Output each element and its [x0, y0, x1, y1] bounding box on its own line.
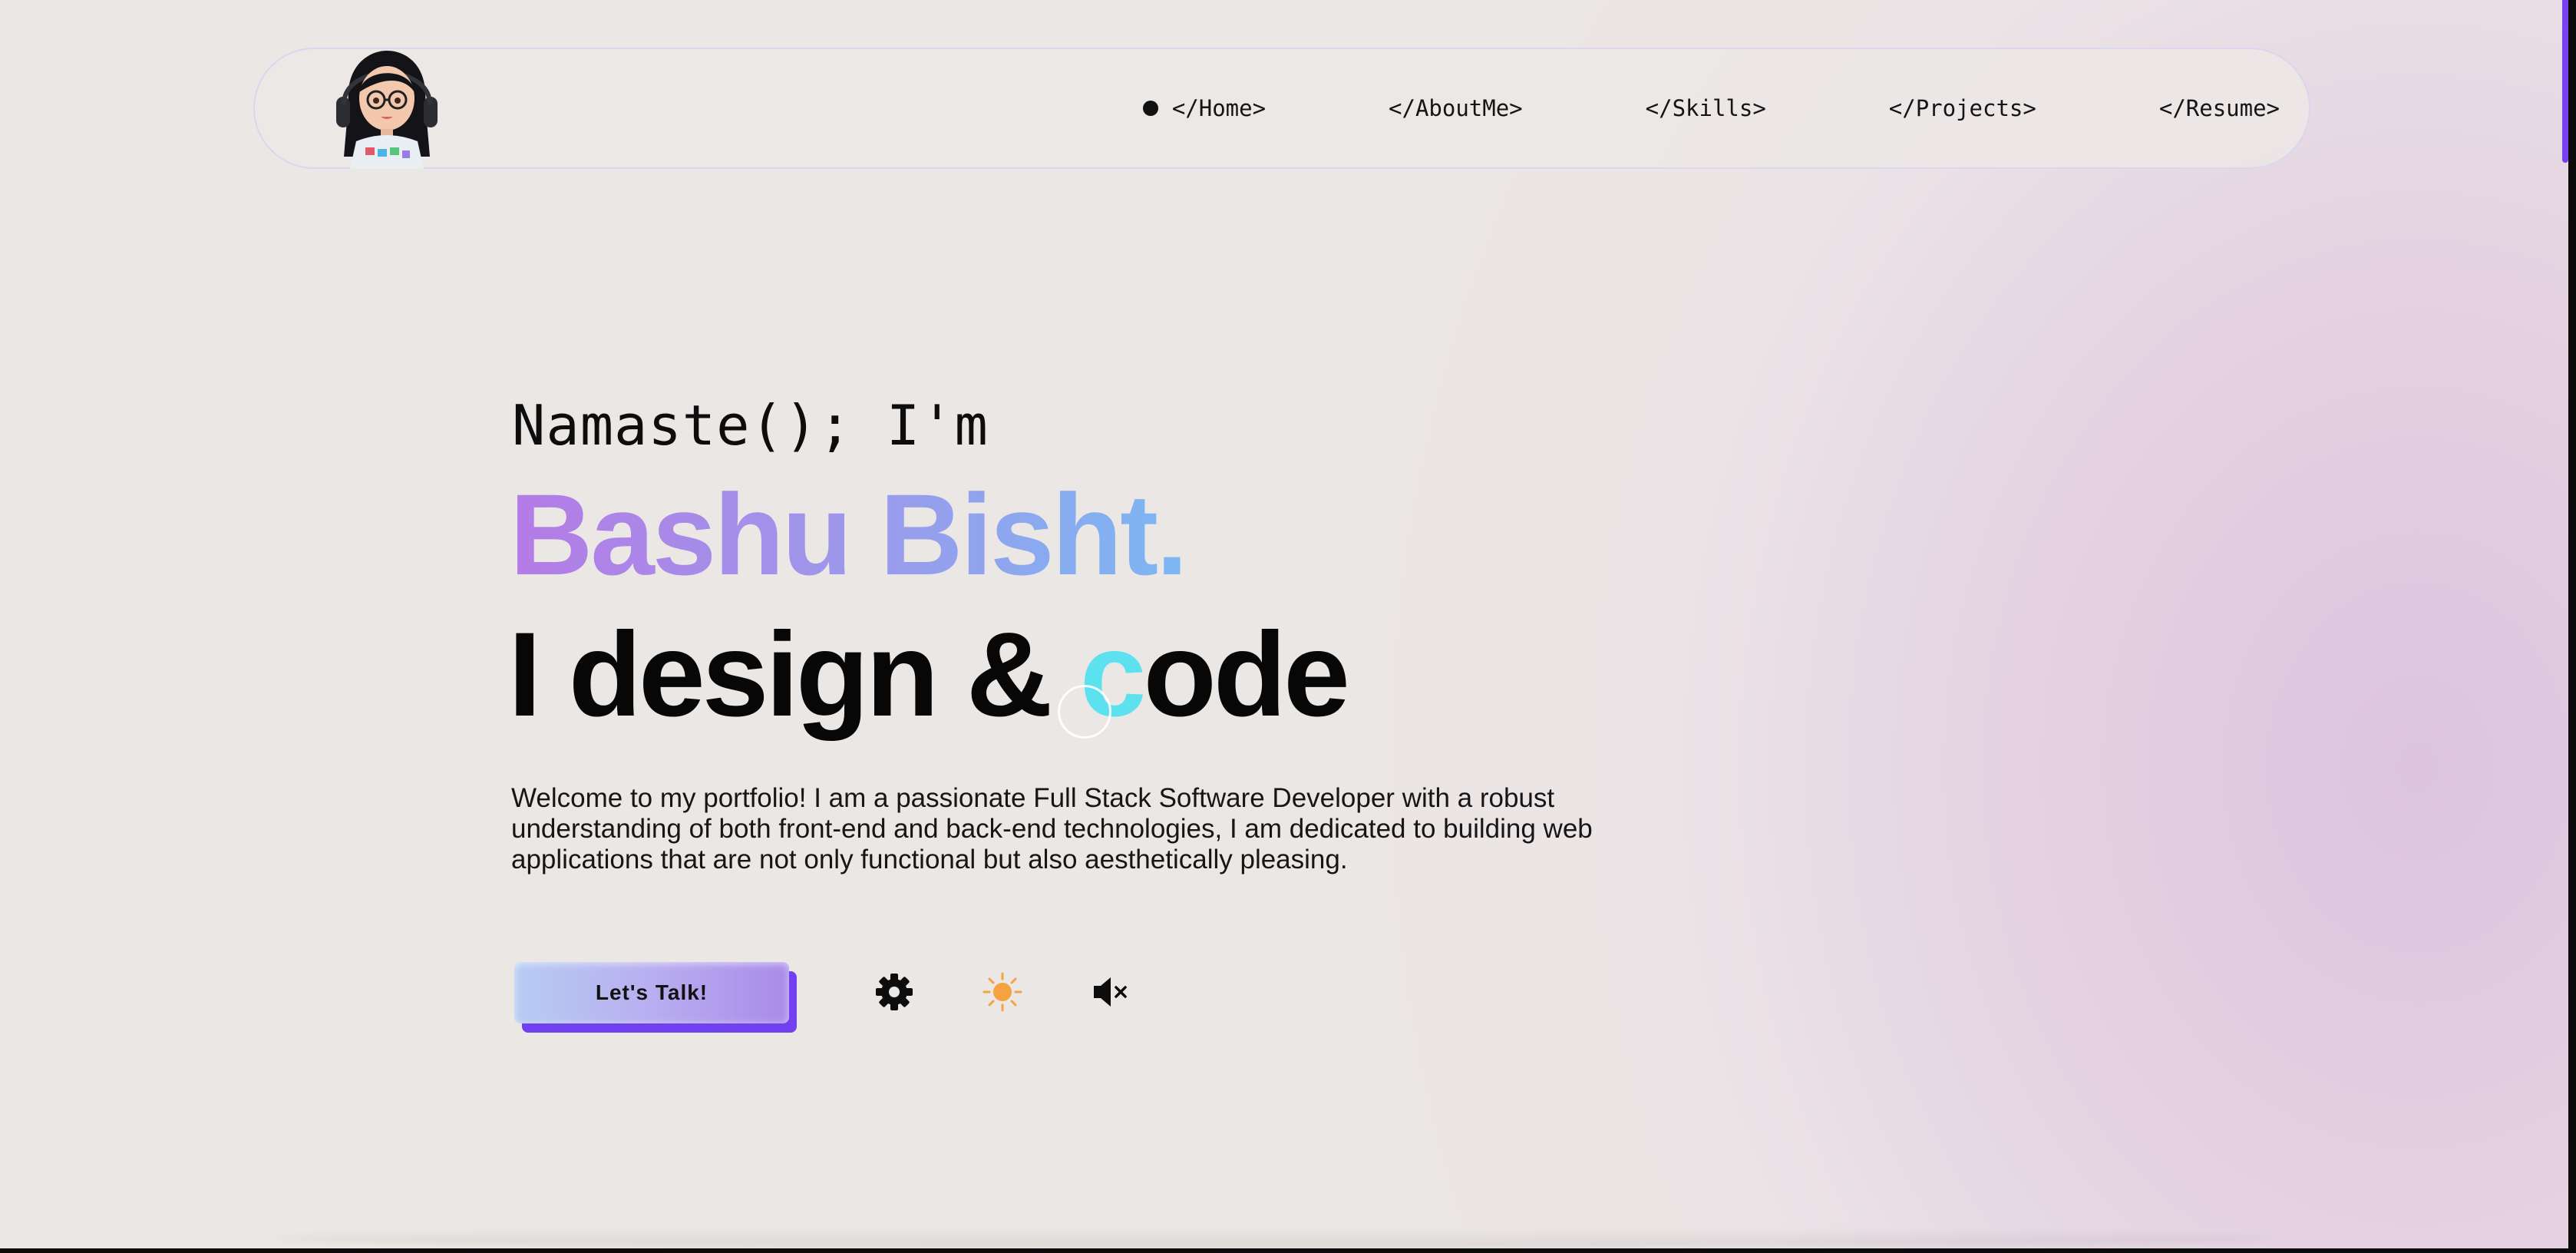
tagline-text-end: ode: [1143, 608, 1350, 742]
lets-talk-label: Let's Talk!: [514, 962, 789, 1023]
lets-talk-button[interactable]: Let's Talk!: [514, 962, 797, 1033]
tagline-text-start: I design &: [508, 608, 1080, 742]
window-bottom-edge: [0, 1248, 2576, 1253]
nav-link-label: </Projects>: [1888, 95, 2036, 121]
section-shadow: [276, 1228, 2272, 1248]
gear-icon: [876, 974, 913, 1010]
speaker-muted-icon: [1094, 977, 1127, 1007]
nav-link-label: </AboutMe>: [1389, 95, 1523, 121]
avatar-illustration: [336, 51, 438, 169]
settings-button[interactable]: [871, 969, 917, 1015]
theme-toggle-button[interactable]: [979, 969, 1025, 1015]
window-edge: [2568, 0, 2576, 1253]
nav-link-label: </Skills>: [1645, 95, 1766, 121]
scrollbar-thumb[interactable]: [2562, 0, 2568, 163]
nav-link-label: </Home>: [1171, 95, 1267, 121]
nav-link-resume[interactable]: </Resume>: [2159, 95, 2280, 121]
active-indicator-dot: [1142, 101, 1158, 116]
nav-links: </Home> </AboutMe> </Skills> </Projects>…: [1142, 49, 2280, 167]
hero-name: Bashu Bisht.: [510, 468, 1188, 601]
sound-toggle-button[interactable]: [1087, 969, 1133, 1015]
hero-tagline: I design & code: [508, 607, 1350, 744]
nav-link-about-me[interactable]: </AboutMe>: [1389, 95, 1523, 121]
sun-icon: [983, 972, 1022, 1012]
nav-link-home[interactable]: </Home>: [1142, 95, 1267, 121]
navbar: </Home> </AboutMe> </Skills> </Projects>…: [253, 48, 2310, 169]
custom-cursor-ring: [1058, 685, 1111, 739]
nav-link-skills[interactable]: </Skills>: [1646, 95, 1766, 121]
greeting-text: Namaste(); I'm: [512, 393, 989, 458]
nav-link-label: </Resume>: [2158, 95, 2280, 121]
avatar[interactable]: [332, 49, 442, 169]
intro-paragraph: Welcome to my portfolio! I am a passiona…: [511, 783, 1593, 874]
nav-link-projects[interactable]: </Projects>: [1889, 95, 2036, 121]
